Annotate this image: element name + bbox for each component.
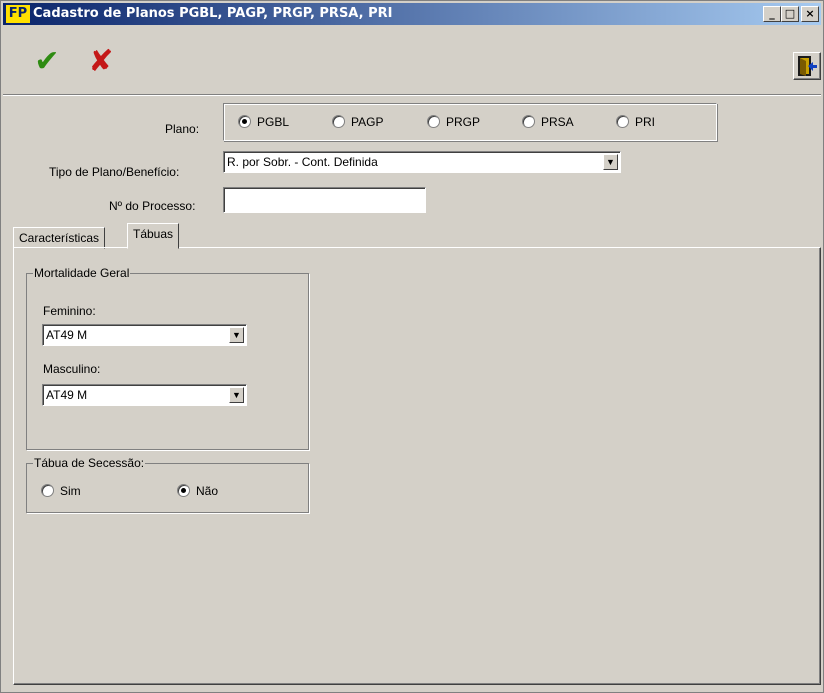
plano-radio-group: PGBL PAGP PRGP PRSA PRI (223, 103, 717, 141)
radio-label: PRI (635, 115, 656, 129)
plano-radio-prgp[interactable]: PRGP (427, 115, 480, 129)
masculino-select[interactable]: AT49 M ▼ (42, 384, 247, 406)
mortalidade-group: Mortalidade Geral Feminino: AT49 M ▼ Mas… (26, 266, 309, 450)
confirm-button[interactable]: ✔ (31, 46, 63, 78)
radio-label: PRSA (541, 115, 574, 129)
plano-radio-prsa[interactable]: PRSA (522, 115, 574, 129)
chevron-down-icon[interactable]: ▼ (229, 327, 244, 343)
radio-label: Não (196, 484, 219, 498)
processo-input[interactable] (223, 187, 426, 213)
tab-tabuas[interactable]: Tábuas (127, 223, 180, 249)
feminino-select[interactable]: AT49 M ▼ (42, 324, 247, 346)
radio-circle-icon[interactable] (427, 115, 440, 128)
radio-circle-icon[interactable] (177, 484, 190, 497)
secessao-group: Tábua de Secessão: Sim Não (26, 456, 309, 513)
toolbar: ✔ ✘ (3, 26, 821, 95)
application-window: FP Cadastro de Planos PGBL, PAGP, PRGP, … (0, 0, 824, 693)
radio-label: Sim (60, 484, 81, 498)
secessao-radio-nao[interactable]: Não (177, 484, 218, 498)
feminino-label: Feminino: (43, 304, 96, 318)
radio-label: PGBL (257, 115, 290, 129)
radio-label: PRGP (446, 115, 481, 129)
tipo-plano-select[interactable]: R. por Sobr. - Cont. Definida ▼ (223, 151, 621, 173)
mortalidade-title: Mortalidade Geral (33, 266, 131, 280)
window-title: Cadastro de Planos PGBL, PAGP, PRGP, PRS… (33, 6, 393, 21)
plano-label: Plano: (165, 122, 200, 136)
tab-caracteristicas[interactable]: Características (13, 227, 106, 249)
radio-circle-icon[interactable] (41, 484, 54, 497)
secessao-radio-sim[interactable]: Sim (41, 484, 81, 498)
cancel-button[interactable]: ✘ (85, 46, 117, 78)
exit-door-icon (798, 56, 817, 76)
chevron-down-icon[interactable]: ▼ (603, 154, 618, 170)
maximize-button[interactable]: □ (781, 6, 799, 22)
tabuas-panel: Mortalidade Geral Feminino: AT49 M ▼ Mas… (13, 247, 821, 685)
feminino-value: AT49 M (46, 328, 88, 342)
masculino-value: AT49 M (46, 388, 88, 402)
minimize-button[interactable]: _ (763, 6, 781, 22)
radio-circle-icon[interactable] (522, 115, 535, 128)
tipo-plano-label: Tipo de Plano/Benefício: (49, 165, 180, 179)
app-logo-icon: FP (6, 5, 30, 23)
radio-circle-icon[interactable] (616, 115, 629, 128)
tipo-plano-value: R. por Sobr. - Cont. Definida (227, 155, 378, 169)
close-button[interactable]: × (801, 6, 819, 22)
title-bar[interactable]: FP Cadastro de Planos PGBL, PAGP, PRGP, … (3, 3, 821, 25)
radio-circle-icon[interactable] (332, 115, 345, 128)
chevron-down-icon[interactable]: ▼ (229, 387, 244, 403)
plano-radio-pgbl[interactable]: PGBL (238, 115, 289, 129)
radio-label: PAGP (351, 115, 384, 129)
secessao-title: Tábua de Secessão: (33, 456, 146, 470)
radio-circle-icon[interactable] (238, 115, 251, 128)
exit-button[interactable] (793, 52, 821, 80)
masculino-label: Masculino: (43, 362, 101, 376)
processo-label: Nº do Processo: (109, 199, 196, 213)
plano-radio-pagp[interactable]: PAGP (332, 115, 383, 129)
plano-radio-pri[interactable]: PRI (616, 115, 655, 129)
